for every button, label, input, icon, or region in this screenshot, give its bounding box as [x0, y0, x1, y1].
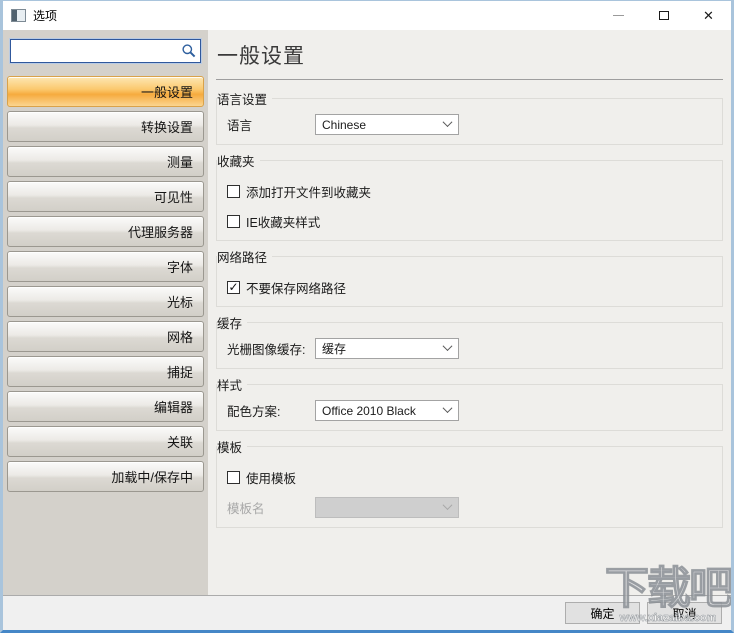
- group-title: 模板: [217, 441, 243, 455]
- sidebar-item-font[interactable]: 字体: [7, 251, 204, 282]
- sidebar-item-conversion[interactable]: 转换设置: [7, 111, 204, 142]
- minimize-icon: [613, 15, 624, 16]
- sidebar-item-grid[interactable]: 网格: [7, 321, 204, 352]
- window-title: 选项: [33, 9, 58, 23]
- page-title: 一般设置: [217, 45, 305, 68]
- template-name-select: [315, 497, 459, 518]
- sidebar-item-general[interactable]: 一般设置: [7, 76, 204, 107]
- title-bar: 选项 ✕: [3, 1, 731, 30]
- group-title: 网络路径: [217, 251, 268, 265]
- group-cache: 缓存 光栅图像缓存: 缓存: [216, 313, 723, 369]
- checkbox-row-ie-favorites-style[interactable]: ✓ IE收藏夹样式: [227, 212, 712, 231]
- language-label: 语言: [227, 119, 253, 133]
- color-scheme-row: 配色方案: Office 2010 Black: [227, 400, 712, 421]
- sidebar-item-editor[interactable]: 编辑器: [7, 391, 204, 422]
- maximize-icon: [658, 11, 669, 20]
- sidebar-item-measure[interactable]: 测量: [7, 146, 204, 177]
- group-template: 模板 ✓ 使用模板 模板名: [216, 437, 723, 528]
- checkbox-row-no-save-network-path[interactable]: ✓ 不要保存网络路径: [227, 278, 712, 297]
- checkbox-label: 使用模板: [246, 472, 297, 486]
- language-row: 语言 Chinese: [227, 114, 712, 135]
- raster-cache-row: 光栅图像缓存: 缓存: [227, 338, 712, 359]
- color-scheme-select[interactable]: Office 2010 Black: [315, 400, 459, 421]
- group-style: 样式 配色方案: Office 2010 Black: [216, 375, 723, 431]
- chevron-down-icon: [442, 402, 453, 413]
- group-favorites: 收藏夹 ✓ 添加打开文件到收藏夹 ✓ IE收藏夹样式: [216, 151, 723, 241]
- search-icon[interactable]: [180, 42, 198, 60]
- checkbox-box[interactable]: ✓: [227, 471, 240, 484]
- raster-cache-select-value: 缓存: [322, 342, 347, 356]
- template-name-row: 模板名: [227, 497, 712, 518]
- ok-button[interactable]: 确定: [565, 602, 640, 624]
- sidebar-item-proxy[interactable]: 代理服务器: [7, 216, 204, 247]
- checkbox-row-use-template[interactable]: ✓ 使用模板: [227, 468, 712, 487]
- chevron-down-icon: [442, 116, 453, 127]
- checkbox-row-add-open-to-favorites[interactable]: ✓ 添加打开文件到收藏夹: [227, 182, 712, 201]
- chevron-down-icon: [442, 499, 453, 510]
- group-title: 收藏夹: [217, 155, 255, 169]
- checkbox-box[interactable]: ✓: [227, 281, 240, 294]
- raster-cache-label: 光栅图像缓存:: [227, 343, 306, 357]
- language-select[interactable]: Chinese: [315, 114, 459, 135]
- options-dialog: 选项 ✕ 一般设置 转换设置 测量 可见性 代理服务器 字体 光标 网格 捕捉 …: [0, 0, 734, 633]
- chevron-down-icon: [442, 340, 453, 351]
- check-icon: ✓: [228, 280, 239, 294]
- sidebar-item-cursor[interactable]: 光标: [7, 286, 204, 317]
- template-name-label: 模板名: [227, 502, 265, 516]
- sidebar: 一般设置 转换设置 测量 可见性 代理服务器 字体 光标 网格 捕捉 编辑器 关…: [3, 30, 208, 595]
- group-network-path: 网络路径 ✓ 不要保存网络路径: [216, 247, 723, 307]
- close-icon: ✕: [703, 8, 714, 23]
- close-button[interactable]: ✕: [686, 1, 731, 30]
- language-select-value: Chinese: [322, 117, 367, 132]
- title-divider: [216, 79, 723, 80]
- sidebar-item-visibility[interactable]: 可见性: [7, 181, 204, 212]
- checkbox-box[interactable]: ✓: [227, 185, 240, 198]
- sidebar-item-loading-saving[interactable]: 加载中/保存中: [7, 461, 204, 492]
- checkbox-box[interactable]: ✓: [227, 215, 240, 228]
- group-title: 缓存: [217, 317, 243, 331]
- maximize-button[interactable]: [641, 1, 686, 30]
- app-icon: [11, 9, 26, 22]
- group-title: 语言设置: [217, 93, 268, 107]
- color-scheme-select-value: Office 2010 Black: [322, 403, 416, 418]
- search-box: [10, 39, 201, 63]
- checkbox-label: 添加打开文件到收藏夹: [246, 186, 372, 200]
- checkbox-label: IE收藏夹样式: [246, 216, 321, 230]
- cancel-button[interactable]: 取消: [647, 602, 722, 624]
- sidebar-item-snap[interactable]: 捕捉: [7, 356, 204, 387]
- sidebar-item-association[interactable]: 关联: [7, 426, 204, 457]
- raster-cache-select[interactable]: 缓存: [315, 338, 459, 359]
- search-input[interactable]: [11, 40, 200, 62]
- footer-bar: 确定 取消: [3, 595, 731, 630]
- minimize-button[interactable]: [596, 1, 641, 30]
- checkbox-label: 不要保存网络路径: [246, 282, 347, 296]
- window-controls: ✕: [596, 1, 731, 30]
- main-area: 一般设置 转换设置 测量 可见性 代理服务器 字体 光标 网格 捕捉 编辑器 关…: [3, 30, 731, 595]
- group-title: 样式: [217, 379, 243, 393]
- group-language-settings: 语言设置 语言 Chinese: [216, 89, 723, 145]
- color-scheme-label: 配色方案:: [227, 405, 281, 419]
- content-panel: 一般设置 语言设置 语言 Chinese 收藏夹 ✓ 添加打开文件到收藏夹: [208, 30, 731, 595]
